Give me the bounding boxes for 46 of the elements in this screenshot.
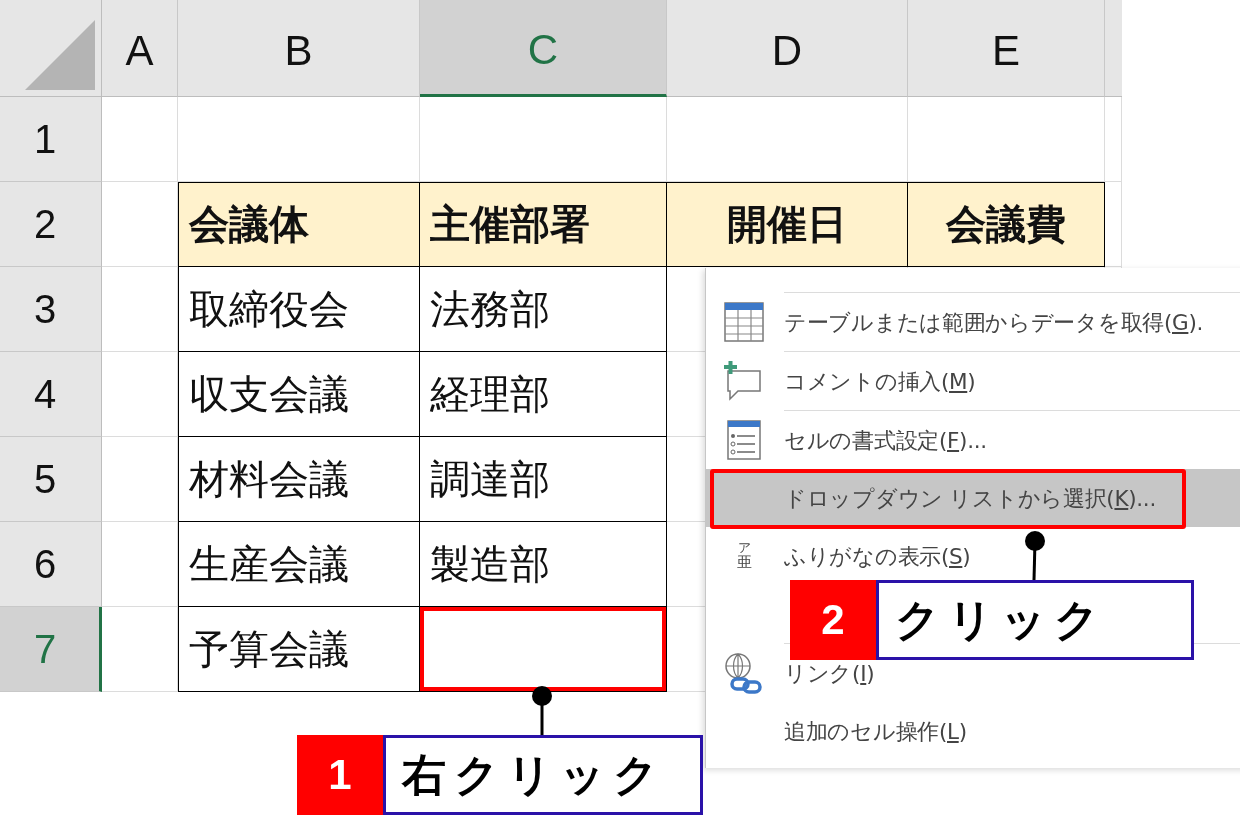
table-cell[interactable]: 収支会議 — [178, 352, 420, 437]
step-number: 2 — [790, 580, 876, 660]
row-header[interactable]: 1 — [0, 97, 102, 182]
table-cell[interactable]: 生産会議 — [178, 522, 420, 607]
step-number: 1 — [297, 735, 383, 815]
table-cell[interactable]: 製造部 — [420, 522, 667, 607]
menu-item[interactable]: ドロップダウン リストから選択(K)... — [706, 469, 1240, 527]
table-cell[interactable]: 材料会議 — [178, 437, 420, 522]
callout-label: クリック — [876, 580, 1194, 660]
column-header[interactable]: C — [420, 0, 667, 97]
menu-item[interactable]: セルの書式設定(F)... — [706, 423, 1240, 457]
menu-item[interactable]: 追加のセル操作(L) — [706, 714, 1240, 748]
menu-item[interactable]: コメントの挿入(M) — [706, 364, 1240, 398]
triangle-icon — [25, 20, 95, 90]
column-header[interactable]: E — [908, 0, 1105, 97]
leader-line — [530, 685, 554, 735]
table-cell[interactable]: 調達部 — [420, 437, 667, 522]
table-cell[interactable]: 取締役会 — [178, 267, 420, 352]
row-header[interactable]: 7 — [0, 607, 102, 692]
leader-line — [1023, 530, 1047, 580]
column-header[interactable]: D — [667, 0, 908, 97]
table-cell[interactable]: 予算会議 — [178, 607, 420, 692]
column-header[interactable]: A — [102, 0, 178, 97]
table-cell[interactable]: 主催部署 — [420, 182, 667, 267]
table-cell[interactable]: 法務部 — [420, 267, 667, 352]
callout-label: 右クリック — [383, 735, 703, 815]
row-header[interactable]: 2 — [0, 182, 102, 267]
table-cell[interactable] — [420, 607, 667, 692]
row-header[interactable]: 6 — [0, 522, 102, 607]
menu-item[interactable]: ア 亜 ふりがなの表示(S) — [706, 539, 1240, 573]
column-header[interactable] — [1105, 0, 1122, 97]
comment-icon — [724, 361, 764, 401]
table-cell[interactable]: 会議費 — [908, 182, 1105, 267]
table-cell[interactable]: 会議体 — [178, 182, 420, 267]
menu-item[interactable]: テーブルまたは範囲からデータを取得(G). — [706, 305, 1240, 339]
globe-link-icon — [724, 652, 764, 694]
table-cell[interactable]: 経理部 — [420, 352, 667, 437]
furigana-icon: ア 亜 — [736, 541, 752, 571]
table-icon — [724, 302, 764, 342]
column-header[interactable]: B — [178, 0, 420, 97]
row-header[interactable]: 5 — [0, 437, 102, 522]
list-icon — [727, 420, 761, 460]
row-header[interactable]: 3 — [0, 267, 102, 352]
row-header[interactable]: 4 — [0, 352, 102, 437]
select-all-corner[interactable] — [0, 0, 102, 97]
table-cell[interactable]: 開催日 — [667, 182, 908, 267]
